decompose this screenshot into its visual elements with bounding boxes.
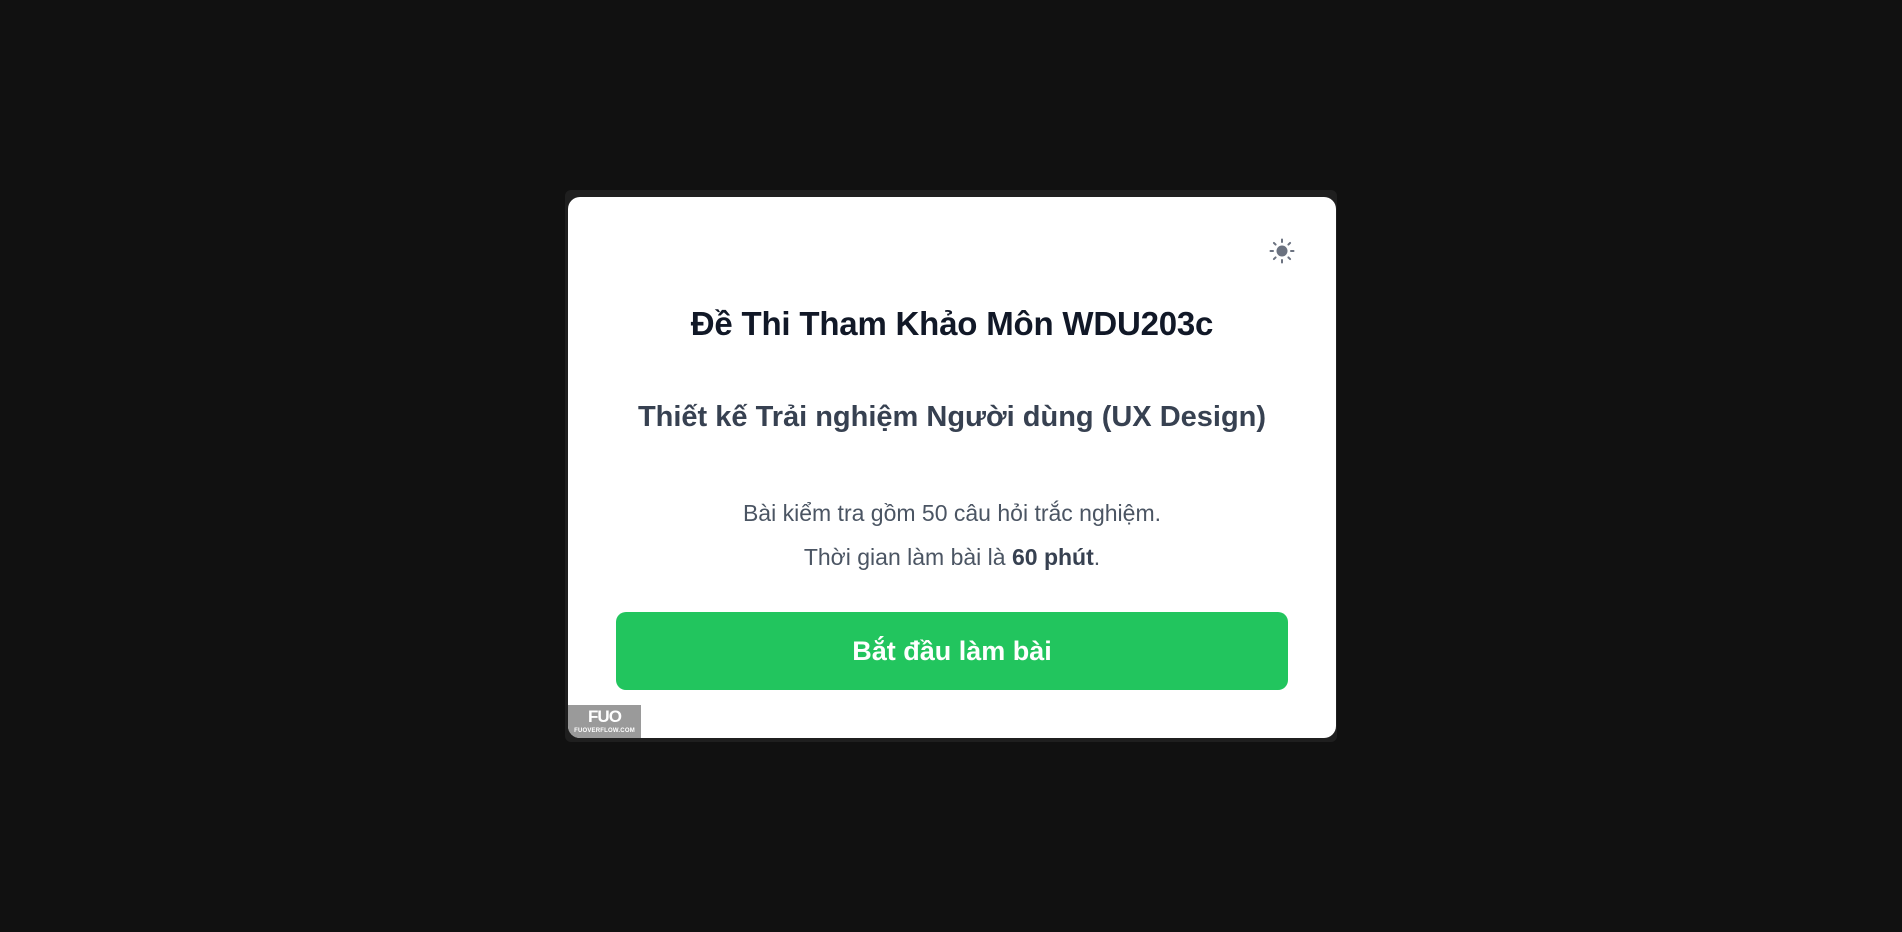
watermark-logo-text: FUO [588, 707, 622, 726]
time-limit-text: Thời gian làm bài là 60 phút. [568, 535, 1336, 579]
watermark-site-text: FUOVERFLOW.COM [574, 728, 635, 734]
theme-toggle-button[interactable] [1268, 237, 1296, 265]
sun-icon [1269, 238, 1295, 264]
time-limit-value: 60 phút [1011, 544, 1094, 570]
watermark-logo: FUO FUOVERFLOW.COM [568, 705, 641, 738]
time-limit-prefix: Thời gian làm bài là [803, 544, 1012, 570]
start-exam-button[interactable]: Bắt đầu làm bài [616, 612, 1288, 690]
exam-intro-dialog: Đề Thi Tham Khảo Môn WDU203c Thiết kế Tr… [568, 197, 1336, 738]
question-count-text: Bài kiểm tra gồm 50 câu hỏi trắc nghiệm. [742, 500, 1162, 526]
exam-description: Bài kiểm tra gồm 50 câu hỏi trắc nghiệm.… [568, 491, 1336, 579]
time-limit-suffix: . [1093, 544, 1101, 570]
exam-title: Đề Thi Tham Khảo Môn WDU203c [690, 305, 1214, 342]
course-subtitle: Thiết kế Trải nghiệm Người dùng (UX Desi… [637, 401, 1267, 433]
